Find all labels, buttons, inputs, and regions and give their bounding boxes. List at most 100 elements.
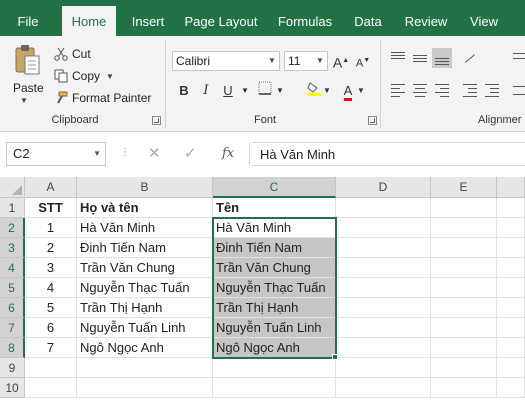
cell-b3[interactable]: Đinh Tiến Nam	[77, 238, 213, 258]
grow-font-button[interactable]: A▲	[331, 51, 351, 71]
fill-handle[interactable]	[332, 354, 338, 360]
chevron-down-icon[interactable]: ▼	[356, 81, 366, 101]
cell-b10[interactable]	[77, 378, 213, 398]
cell-f2[interactable]	[497, 218, 525, 238]
font-size-combo[interactable]: 11 ▼	[284, 51, 328, 71]
cut-button[interactable]: Cut	[54, 44, 91, 64]
cell-a8[interactable]: 7	[25, 338, 77, 358]
font-name-combo[interactable]: Calibri ▼	[172, 51, 280, 71]
row-header[interactable]: 7	[0, 318, 25, 338]
cell-d6[interactable]	[336, 298, 431, 318]
align-bottom-icon[interactable]	[432, 48, 452, 68]
cell-f8[interactable]	[497, 338, 525, 358]
cell-e7[interactable]	[431, 318, 497, 338]
row-header[interactable]: 8	[0, 338, 25, 358]
cell-c9[interactable]	[213, 358, 336, 378]
chevron-down-icon[interactable]: ▼	[322, 81, 332, 101]
cell-d3[interactable]	[336, 238, 431, 258]
cell-b9[interactable]	[77, 358, 213, 378]
cell-b8[interactable]: Ngô Ngọc Anh	[77, 338, 213, 358]
cell-f6[interactable]	[497, 298, 525, 318]
merge-center-icon[interactable]	[510, 80, 525, 100]
copy-button[interactable]: Copy ▼	[54, 66, 114, 86]
row-header[interactable]: 4	[0, 258, 25, 278]
cell-c1[interactable]: Tên	[213, 198, 336, 218]
cell-e10[interactable]	[431, 378, 497, 398]
cell-b4[interactable]: Trần Văn Chung	[77, 258, 213, 278]
shrink-font-button[interactable]: A▼	[353, 51, 373, 71]
select-all-corner[interactable]	[0, 177, 25, 198]
underline-button[interactable]: U	[218, 81, 238, 101]
cell-b1[interactable]: Họ và tên	[77, 198, 213, 218]
align-middle-icon[interactable]	[410, 48, 430, 68]
cell-e1[interactable]	[431, 198, 497, 218]
align-right-icon[interactable]	[432, 80, 452, 100]
increase-indent-icon[interactable]	[482, 80, 502, 100]
cell-a2[interactable]: 1	[25, 218, 77, 238]
cell-a3[interactable]: 2	[25, 238, 77, 258]
enter-icon[interactable]: ✓	[184, 144, 197, 162]
cell-e6[interactable]	[431, 298, 497, 318]
cell-a7[interactable]: 6	[25, 318, 77, 338]
cell-b7[interactable]: Nguyễn Tuấn Linh	[77, 318, 213, 338]
cell-c10[interactable]	[213, 378, 336, 398]
fill-color-button[interactable]	[304, 81, 324, 101]
cell-d9[interactable]	[336, 358, 431, 378]
cell-b2[interactable]: Hà Văn Minh	[77, 218, 213, 238]
column-header-b[interactable]: B	[77, 177, 213, 198]
column-header-e[interactable]: E	[431, 177, 497, 198]
column-header-a[interactable]: A	[25, 177, 77, 198]
decrease-indent-icon[interactable]	[460, 80, 480, 100]
borders-button[interactable]	[255, 81, 275, 101]
row-header[interactable]: 1	[0, 198, 25, 218]
cell-b6[interactable]: Trần Thị Hạnh	[77, 298, 213, 318]
cell-f4[interactable]	[497, 258, 525, 278]
align-top-icon[interactable]	[388, 48, 408, 68]
tab-home[interactable]: Home	[62, 6, 116, 36]
chevron-down-icon[interactable]: ▼	[240, 81, 250, 101]
row-header[interactable]: 10	[0, 378, 25, 398]
cell-a6[interactable]: 5	[25, 298, 77, 318]
cancel-icon[interactable]: ✕	[148, 144, 161, 162]
cell-f3[interactable]	[497, 238, 525, 258]
cell-e2[interactable]	[431, 218, 497, 238]
wrap-text-icon[interactable]	[510, 48, 525, 68]
formula-input[interactable]: Hà Văn Minh	[252, 142, 525, 166]
cell-d1[interactable]	[336, 198, 431, 218]
row-header[interactable]: 5	[0, 278, 25, 298]
tab-insert[interactable]: Insert	[122, 0, 174, 36]
column-header-c[interactable]: C	[213, 177, 336, 198]
cell-e3[interactable]	[431, 238, 497, 258]
tab-page-layout[interactable]: Page Layout	[178, 0, 264, 36]
italic-button[interactable]: I	[196, 81, 216, 101]
tab-view[interactable]: View	[462, 0, 506, 36]
chevron-down-icon[interactable]: ▼	[275, 81, 285, 101]
cell-f1[interactable]	[497, 198, 525, 218]
cell-a1[interactable]: STT	[25, 198, 77, 218]
tab-data[interactable]: Data	[346, 0, 390, 36]
format-painter-button[interactable]: Format Painter	[54, 88, 151, 108]
column-header-f[interactable]	[497, 177, 525, 198]
cell-e5[interactable]	[431, 278, 497, 298]
resize-handle-icon[interactable]: ⋮	[120, 147, 130, 158]
cell-a10[interactable]	[25, 378, 77, 398]
column-header-d[interactable]: D	[336, 177, 431, 198]
cell-e9[interactable]	[431, 358, 497, 378]
orientation-icon[interactable]	[460, 48, 480, 68]
cell-f7[interactable]	[497, 318, 525, 338]
cell-d8[interactable]	[336, 338, 431, 358]
cell-f10[interactable]	[497, 378, 525, 398]
align-center-icon[interactable]	[410, 80, 430, 100]
tab-review[interactable]: Review	[396, 0, 456, 36]
insert-function-icon[interactable]: fx	[222, 146, 234, 161]
tab-formulas[interactable]: Formulas	[270, 0, 340, 36]
cell-d10[interactable]	[336, 378, 431, 398]
bold-button[interactable]: B	[174, 81, 194, 101]
cell-f9[interactable]	[497, 358, 525, 378]
align-left-icon[interactable]	[388, 80, 408, 100]
clipboard-launcher-icon[interactable]	[152, 116, 161, 125]
cell-d2[interactable]	[336, 218, 431, 238]
cell-e8[interactable]	[431, 338, 497, 358]
name-box[interactable]: C2 ▼	[6, 142, 106, 166]
cell-d5[interactable]	[336, 278, 431, 298]
